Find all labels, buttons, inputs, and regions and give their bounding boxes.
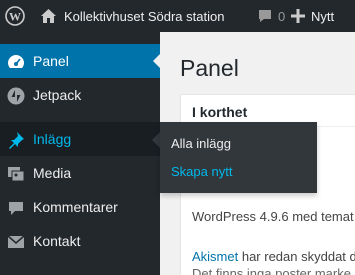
akismet-line: Akismet har redan skyddat d (192, 249, 355, 264)
dashboard-icon (6, 52, 26, 72)
sidebar-item-label: Panel (33, 53, 69, 69)
submenu-item-all-posts[interactable]: Alla inlägg (171, 136, 231, 151)
mail-icon (6, 232, 26, 252)
sidebar-item-label: Jetpack (33, 87, 82, 103)
sidebar-item-label: Kommentarer (33, 199, 118, 215)
home-icon (40, 8, 57, 24)
comment-icon (6, 198, 26, 218)
site-name: Kollektivhuset Södra station (64, 8, 225, 24)
sidebar-item-panel[interactable]: Panel (0, 44, 161, 78)
page-title: Panel (180, 55, 239, 81)
comments-link[interactable]: 0 (257, 0, 285, 32)
sidebar-item-jetpack[interactable]: Jetpack (0, 78, 160, 112)
new-label: Nytt (311, 8, 335, 24)
akismet-link[interactable]: Akismet (192, 249, 238, 264)
version-text: WordPress 4.9.6 med temat T (192, 209, 355, 224)
comment-bubble-icon (257, 8, 273, 24)
posts-flyout-menu: Alla inlägg Skapa nytt (160, 122, 317, 193)
sidebar-item-label: Kontakt (33, 233, 81, 249)
admin-sidebar: Panel Jetpack Inlägg Media Kommentarer K… (0, 32, 161, 275)
jetpack-icon (6, 86, 26, 106)
site-home-link[interactable]: Kollektivhuset Södra station (40, 0, 224, 32)
widget-title[interactable]: I korthet (192, 104, 247, 120)
sidebar-item-media[interactable]: Media (0, 156, 160, 190)
submenu-item-add-new[interactable]: Skapa nytt (171, 164, 232, 179)
new-content-button[interactable]: Nytt (291, 0, 334, 32)
sidebar-item-label: Media (33, 165, 72, 181)
sidebar-item-label: Inlägg (33, 131, 72, 147)
comments-count: 0 (278, 8, 286, 24)
wp-logo-icon[interactable]: W (5, 0, 25, 32)
svg-text:W: W (9, 10, 21, 24)
akismet-text: har redan skyddat d (238, 249, 355, 264)
akismet-secondary-line: Det finns inga poster marke (192, 266, 351, 275)
media-icon (6, 164, 26, 184)
sidebar-item-contact[interactable]: Kontakt (0, 224, 160, 258)
flyout-arrow (152, 132, 160, 148)
plus-icon (291, 9, 305, 23)
current-indicator (153, 53, 161, 69)
admin-bar: W Kollektivhuset Södra station 0 Nytt (0, 0, 355, 32)
sidebar-item-posts[interactable]: Inlägg (0, 122, 160, 156)
sidebar-item-comments[interactable]: Kommentarer (0, 190, 160, 224)
pin-icon (6, 130, 26, 150)
